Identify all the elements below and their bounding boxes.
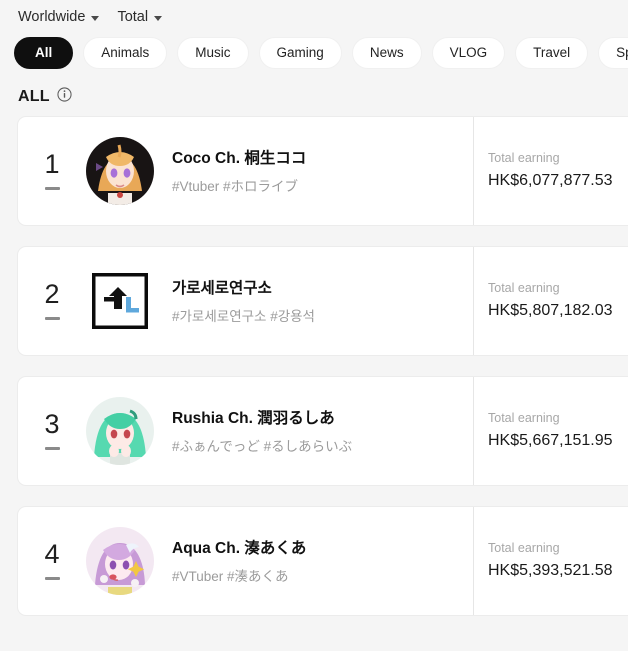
category-chip-vlog[interactable]: VLOG	[431, 36, 506, 69]
rank-number: 4	[44, 539, 60, 569]
channel-name[interactable]: Coco Ch. 桐生ココ	[172, 146, 465, 168]
channel-info: Aqua Ch. 湊あくあ #VTuber #湊あくあ	[172, 536, 473, 585]
category-chip-all[interactable]: All	[14, 36, 74, 69]
chevron-down-icon	[91, 15, 100, 21]
ranking-row[interactable]: 1 Coco Ch. 桐生ココ #Vtuber #ホロライブ Total ear…	[18, 116, 628, 225]
rank-number: 1	[44, 149, 60, 179]
earning-cell: Total earning HK$5,807,182.03	[473, 246, 628, 355]
rank-number: 2	[44, 279, 60, 309]
category-chip-gaming[interactable]: Gaming	[258, 36, 342, 69]
earning-cell: Total earning HK$6,077,877.53	[473, 116, 628, 225]
metric-filter-dropdown[interactable]: Total	[117, 9, 163, 25]
earning-label: Total earning	[488, 281, 560, 295]
category-chip-sports[interactable]: Sports	[598, 36, 628, 69]
channel-info: 가로세로연구소 #가로세로연구소 #강용석	[172, 276, 473, 325]
earning-label: Total earning	[488, 541, 560, 555]
ranking-list: 1 Coco Ch. 桐生ココ #Vtuber #ホロライブ Total ear…	[0, 116, 628, 615]
earning-value: HK$5,807,182.03	[488, 302, 613, 319]
rank-trend-no-change-icon	[44, 317, 60, 320]
rank-number: 3	[44, 409, 60, 439]
earning-cell: Total earning HK$5,393,521.58	[473, 506, 628, 615]
category-chip-scroller[interactable]: All Animals Music Gaming News VLOG Travel Sport…	[0, 30, 628, 79]
page-title: ALL	[18, 87, 50, 105]
rank-cell: 3	[18, 411, 86, 450]
channel-tags: #가로세로연구소 #강용석	[172, 309, 315, 324]
rank-cell: 1	[18, 151, 86, 190]
ranking-row[interactable]: 2 가로세로연구소 #가로세로연구소 #강용석 Total earning HK…	[18, 246, 628, 355]
chevron-down-icon	[154, 15, 163, 21]
ranking-row[interactable]: 3 Rushia Ch. 潤羽るしあ #ふぁんでっど #るしあらいぶ Total…	[18, 376, 628, 485]
avatar-rushia	[86, 396, 154, 465]
rank-cell: 4	[18, 541, 86, 580]
channel-name[interactable]: 가로세로연구소	[172, 276, 465, 298]
rank-trend-no-change-icon	[44, 447, 60, 450]
info-circle-icon[interactable]	[57, 86, 72, 107]
category-chip-music[interactable]: Music	[177, 36, 249, 69]
earning-label: Total earning	[488, 411, 560, 425]
channel-tags: #Vtuber #ホロライブ	[172, 179, 299, 194]
ranking-row[interactable]: 4 Aqua Ch. 湊あくあ #VTuber #湊あくあ Total earn…	[18, 506, 628, 615]
rank-trend-no-change-icon	[44, 577, 60, 580]
earning-cell: Total earning HK$5,667,151.95	[473, 376, 628, 485]
channel-tags: #VTuber #湊あくあ	[172, 569, 289, 584]
channel-info: Coco Ch. 桐生ココ #Vtuber #ホロライブ	[172, 146, 473, 195]
region-filter-dropdown[interactable]: Worldwide	[18, 9, 100, 25]
channel-tags: #ふぁんでっど #るしあらいぶ	[172, 439, 353, 454]
category-chip-animals[interactable]: Animals	[83, 36, 168, 69]
channel-name[interactable]: Aqua Ch. 湊あくあ	[172, 536, 465, 558]
rank-trend-no-change-icon	[44, 187, 60, 190]
category-chip-news[interactable]: News	[351, 36, 422, 69]
region-filter-label: Worldwide	[18, 9, 86, 25]
filter-bar: Worldwide Total	[0, 0, 628, 31]
category-chip-travel[interactable]: Travel	[515, 36, 589, 69]
section-header: ALL	[0, 79, 628, 117]
earning-label: Total earning	[488, 151, 560, 165]
metric-filter-label: Total	[117, 9, 149, 25]
channel-name[interactable]: Rushia Ch. 潤羽るしあ	[172, 406, 465, 428]
rank-cell: 2	[18, 281, 86, 320]
avatar-coco	[86, 136, 154, 205]
logo-garosero	[91, 272, 149, 329]
channel-info: Rushia Ch. 潤羽るしあ #ふぁんでっど #るしあらいぶ	[172, 406, 473, 455]
earning-value: HK$5,667,151.95	[488, 432, 613, 449]
earning-value: HK$5,393,521.58	[488, 562, 613, 579]
earning-value: HK$6,077,877.53	[488, 172, 613, 189]
avatar-aqua	[86, 526, 154, 595]
